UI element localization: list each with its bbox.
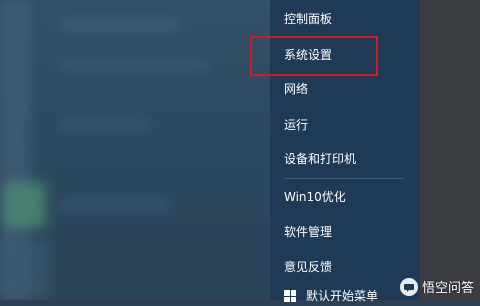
menu-item-run[interactable]: 运行	[284, 113, 308, 137]
blurred-region	[60, 200, 170, 210]
right-panel	[420, 0, 480, 300]
watermark-text: 悟空问答	[421, 281, 474, 296]
chat-bubble-icon	[399, 277, 418, 296]
blurred-region	[0, 240, 50, 300]
blurred-region	[60, 60, 210, 70]
menu-item-default-start-menu[interactable]: 默认开始菜单	[306, 286, 378, 306]
menu-item-network[interactable]: 网络	[284, 77, 308, 101]
menu-item-control-panel[interactable]: 控制面板	[284, 7, 332, 31]
highlight-annotation	[250, 36, 378, 76]
menu-divider	[284, 178, 404, 179]
menu-item-win10-optimize[interactable]: Win10优化	[284, 185, 346, 209]
blurred-region	[4, 182, 46, 228]
menu-item-feedback[interactable]: 意见反馈	[284, 255, 332, 279]
menu-item-devices-printers[interactable]: 设备和打印机	[284, 147, 356, 171]
windows-logo-icon	[284, 290, 296, 302]
desktop-background	[0, 0, 270, 300]
menu-item-software-manager[interactable]: 软件管理	[284, 220, 332, 244]
watermark: 悟空问答	[399, 277, 474, 296]
blurred-region	[60, 120, 150, 130]
blurred-region	[60, 20, 180, 30]
